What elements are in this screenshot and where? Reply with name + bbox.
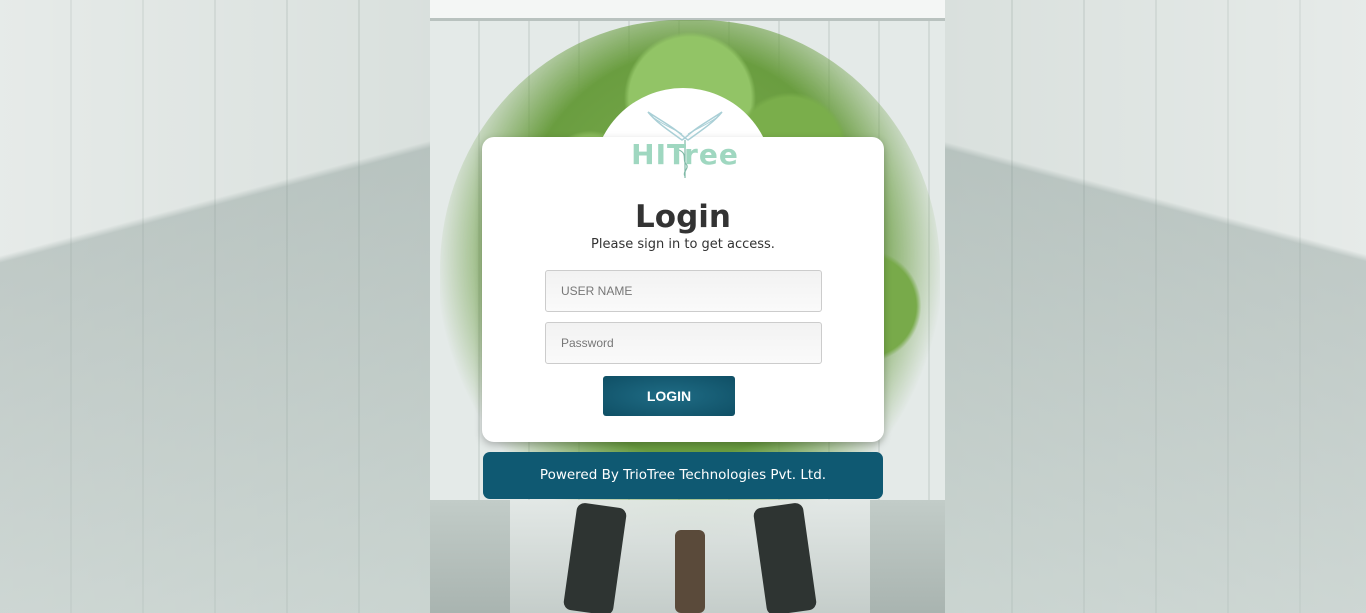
- background-robot-arm-left: [562, 502, 628, 613]
- username-input[interactable]: [545, 270, 822, 312]
- background-ceiling: [430, 0, 945, 21]
- logo-text: HITree: [631, 138, 739, 171]
- background-robot-arm-right: [752, 502, 818, 613]
- password-input[interactable]: [545, 322, 822, 364]
- background-tree-trunk: [675, 530, 705, 613]
- login-subtitle: Please sign in to get access.: [591, 237, 775, 252]
- background-machine: [510, 500, 870, 613]
- login-button[interactable]: LOGIN: [603, 376, 735, 416]
- login-title: Login: [635, 199, 731, 235]
- powered-by-banner: Powered By TrioTree Technologies Pvt. Lt…: [483, 452, 883, 499]
- hitree-logo: HITree: [630, 108, 740, 180]
- background-wall-right: [941, 0, 1366, 613]
- background-wall-left: [0, 0, 440, 613]
